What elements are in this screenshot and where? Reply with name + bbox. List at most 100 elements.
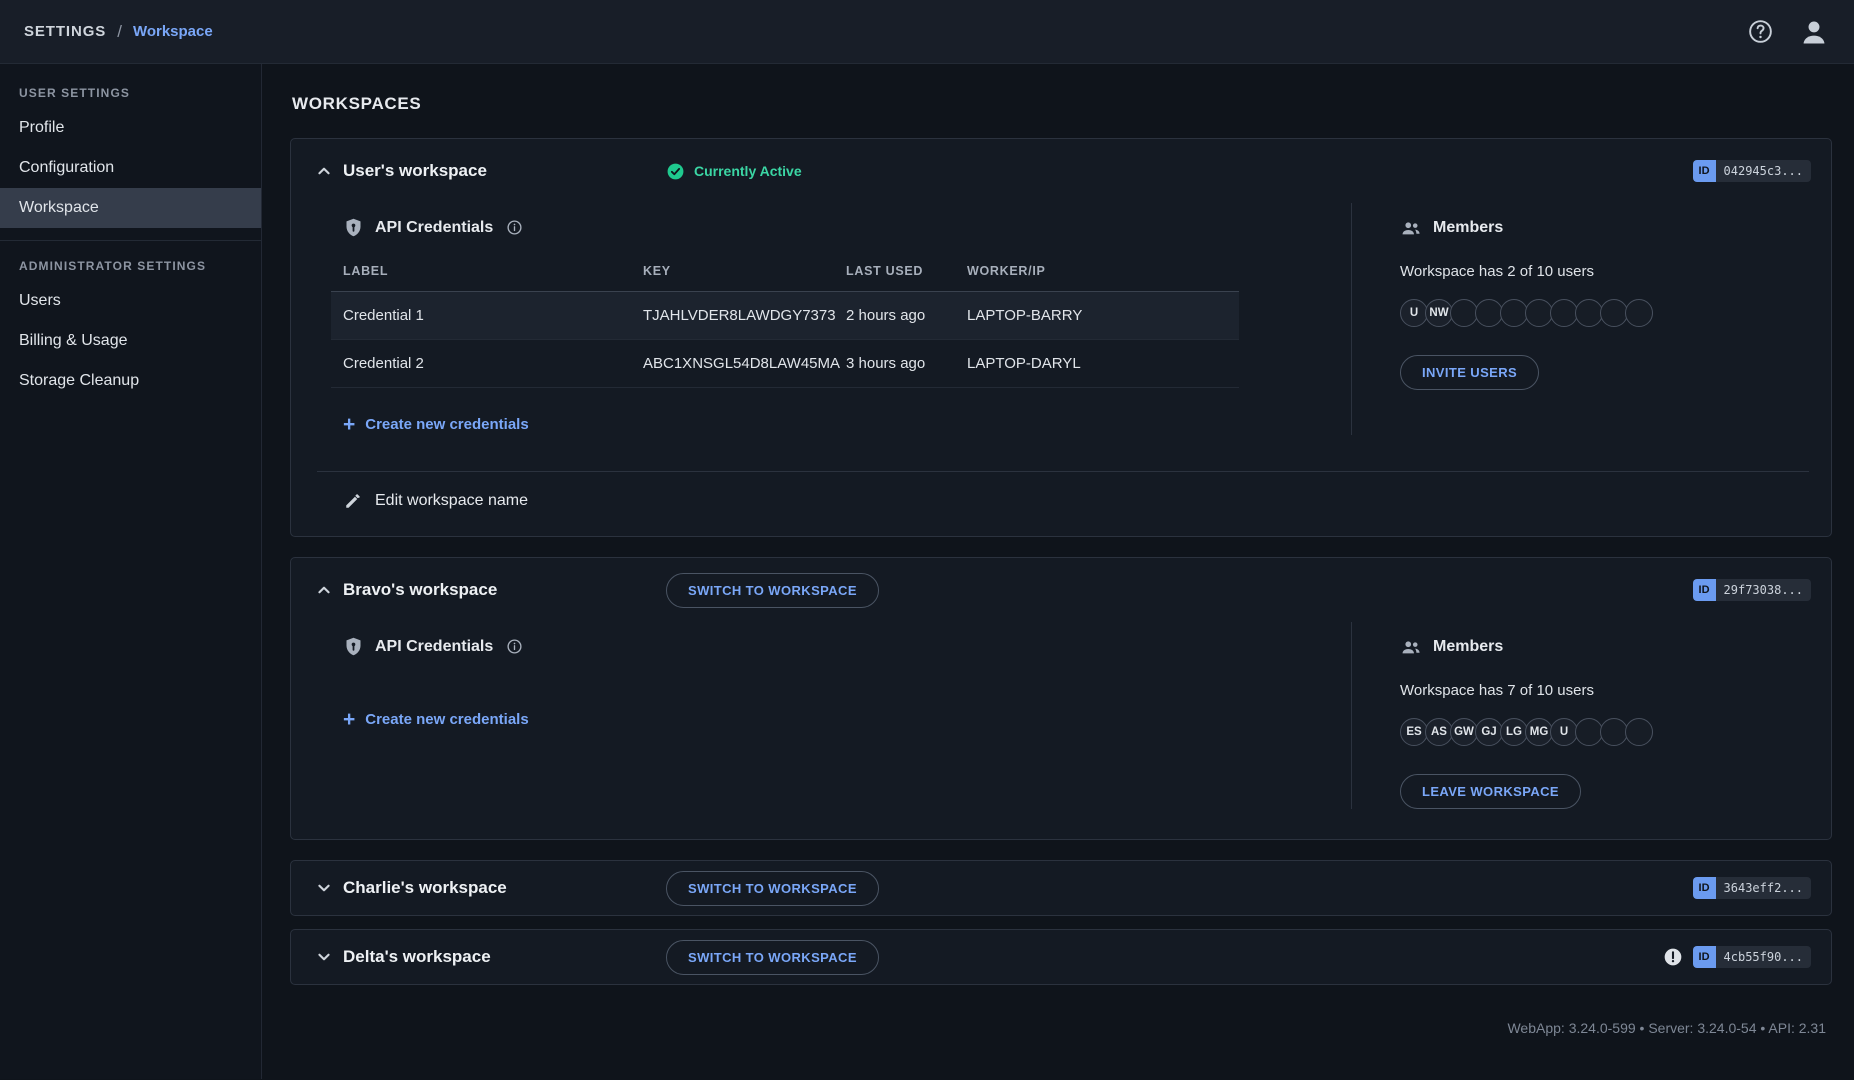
id-badge-label: ID <box>1693 160 1716 182</box>
expand-button[interactable] <box>313 877 335 899</box>
info-icon <box>506 638 523 655</box>
switch-workspace-button[interactable]: SWITCH TO WORKSPACE <box>666 871 879 906</box>
leave-workspace-button[interactable]: LEAVE WORKSPACE <box>1400 774 1581 809</box>
members-avatar-row: U NW <box>1400 299 1807 327</box>
column-header-last-used: LAST USED <box>834 252 955 292</box>
status-text: Currently Active <box>694 163 802 179</box>
pencil-icon <box>344 492 362 510</box>
empty-avatar-slot <box>1600 299 1628 327</box>
warning-icon[interactable] <box>1663 947 1683 967</box>
member-avatar: LG <box>1500 718 1528 746</box>
members-section: Members Workspace has 2 of 10 users U NW <box>1352 203 1807 435</box>
members-icon <box>1400 217 1422 239</box>
workspace-id-badge[interactable]: ID 29f73038... <box>1693 579 1811 601</box>
credential-label-cell: Credential 1 <box>331 292 631 340</box>
id-badge-value: 4cb55f90... <box>1716 946 1811 968</box>
credential-key-cell: ABC1XNSGL54D8LAW45MA <box>631 340 834 388</box>
table-row[interactable]: Credential 1 TJAHLVDER8LAWDGY7373 2 hour… <box>331 292 1239 340</box>
page-title: WORKSPACES <box>292 94 1832 114</box>
empty-avatar-slot <box>1475 299 1503 327</box>
workspace-id-badge[interactable]: ID 4cb55f90... <box>1693 946 1811 968</box>
sidebar-item-storage-cleanup[interactable]: Storage Cleanup <box>0 361 261 401</box>
breadcrumb: SETTINGS / Workspace <box>24 22 213 42</box>
breadcrumb-separator: / <box>117 22 122 42</box>
create-credentials-link[interactable]: + Create new credentials <box>343 709 529 730</box>
workspace-name: User's workspace <box>343 161 487 181</box>
chevron-up-icon <box>313 160 335 182</box>
members-title: Members <box>1433 219 1503 237</box>
plus-icon: + <box>343 414 355 435</box>
id-badge-value: 3643eff2... <box>1716 877 1811 899</box>
create-credentials-link[interactable]: + Create new credentials <box>343 414 529 435</box>
workspace-id-badge[interactable]: ID 3643eff2... <box>1693 877 1811 899</box>
version-footer: WebApp: 3.24.0-599 • Server: 3.24.0-54 •… <box>290 998 1832 1036</box>
plus-icon: + <box>343 709 355 730</box>
member-avatar: GW <box>1450 718 1478 746</box>
invite-users-button[interactable]: INVITE USERS <box>1400 355 1539 390</box>
shield-icon <box>343 636 364 657</box>
empty-avatar-slot <box>1600 718 1628 746</box>
switch-workspace-button[interactable]: SWITCH TO WORKSPACE <box>666 573 879 608</box>
sidebar-section-title: USER SETTINGS <box>0 74 261 108</box>
api-credentials-title: API Credentials <box>375 638 493 656</box>
worker-ip-cell: LAPTOP-BARRY <box>955 292 1239 340</box>
empty-avatar-slot <box>1500 299 1528 327</box>
last-used-cell: 3 hours ago <box>834 340 955 388</box>
active-status-badge: Currently Active <box>666 162 802 181</box>
member-avatar: ES <box>1400 718 1428 746</box>
breadcrumb-current-workspace: Workspace <box>133 23 213 40</box>
api-credentials-title: API Credentials <box>375 219 493 237</box>
empty-avatar-slot <box>1550 299 1578 327</box>
members-summary: Workspace has 2 of 10 users <box>1400 263 1807 280</box>
workspace-card-body: API Credentials + Create new credentials <box>291 622 1831 839</box>
sidebar-item-workspace[interactable]: Workspace <box>0 188 261 228</box>
info-button[interactable] <box>506 638 523 655</box>
members-icon <box>1400 636 1422 658</box>
expand-button[interactable] <box>313 946 335 968</box>
sidebar-item-users[interactable]: Users <box>0 281 261 321</box>
column-header-key: KEY <box>631 252 834 292</box>
chevron-up-icon <box>313 579 335 601</box>
column-header-label: LABEL <box>331 252 631 292</box>
workspace-card-header: Bravo's workspace SWITCH TO WORKSPACE ID… <box>291 558 1831 622</box>
column-header-worker-ip: WORKER/IP <box>955 252 1239 292</box>
workspace-card-header: User's workspace Currently Active ID 042… <box>291 139 1831 203</box>
table-row[interactable]: Credential 2 ABC1XNSGL54D8LAW45MA 3 hour… <box>331 340 1239 388</box>
workspace-id-badge[interactable]: ID 042945c3... <box>1693 160 1811 182</box>
info-button[interactable] <box>506 219 523 236</box>
members-summary: Workspace has 7 of 10 users <box>1400 682 1807 699</box>
switch-workspace-button[interactable]: SWITCH TO WORKSPACE <box>666 940 879 975</box>
members-section: Members Workspace has 7 of 10 users ES A… <box>1352 622 1807 809</box>
sidebar-item-profile[interactable]: Profile <box>0 108 261 148</box>
collapse-button[interactable] <box>313 160 335 182</box>
worker-ip-cell: LAPTOP-DARYL <box>955 340 1239 388</box>
id-badge-label: ID <box>1693 579 1716 601</box>
workspace-name: Delta's workspace <box>343 947 491 967</box>
check-circle-icon <box>666 162 685 181</box>
account-button[interactable] <box>1798 16 1830 48</box>
workspace-name: Charlie's workspace <box>343 878 507 898</box>
sidebar-item-configuration[interactable]: Configuration <box>0 148 261 188</box>
empty-avatar-slot <box>1575 718 1603 746</box>
member-avatar: U <box>1550 718 1578 746</box>
help-button[interactable] <box>1747 18 1774 45</box>
topbar: SETTINGS / Workspace <box>0 0 1854 64</box>
main-content: WORKSPACES User's workspace Currently Ac… <box>262 64 1854 1079</box>
workspace-card-charlie: Charlie's workspace SWITCH TO WORKSPACE … <box>290 860 1832 916</box>
credential-key-cell: TJAHLVDER8LAWDGY7373 <box>631 292 834 340</box>
workspace-card-bravo: Bravo's workspace SWITCH TO WORKSPACE ID… <box>290 557 1832 840</box>
workspace-card-delta: Delta's workspace SWITCH TO WORKSPACE ID… <box>290 929 1832 985</box>
shield-icon <box>343 217 364 238</box>
members-avatar-row: ES AS GW GJ LG MG U <box>1400 718 1807 746</box>
collapse-button[interactable] <box>313 579 335 601</box>
member-avatar: GJ <box>1475 718 1503 746</box>
sidebar-section-user-settings: USER SETTINGS Profile Configuration Work… <box>0 74 261 228</box>
topbar-actions <box>1747 16 1830 48</box>
edit-workspace-name-button[interactable]: Edit workspace name <box>291 472 528 536</box>
empty-avatar-slot <box>1625 718 1653 746</box>
workspace-card-user: User's workspace Currently Active ID 042… <box>290 138 1832 537</box>
breadcrumb-settings-link[interactable]: SETTINGS <box>24 23 106 40</box>
id-badge-value: 29f73038... <box>1716 579 1811 601</box>
sidebar-item-billing-usage[interactable]: Billing & Usage <box>0 321 261 361</box>
info-icon <box>506 219 523 236</box>
